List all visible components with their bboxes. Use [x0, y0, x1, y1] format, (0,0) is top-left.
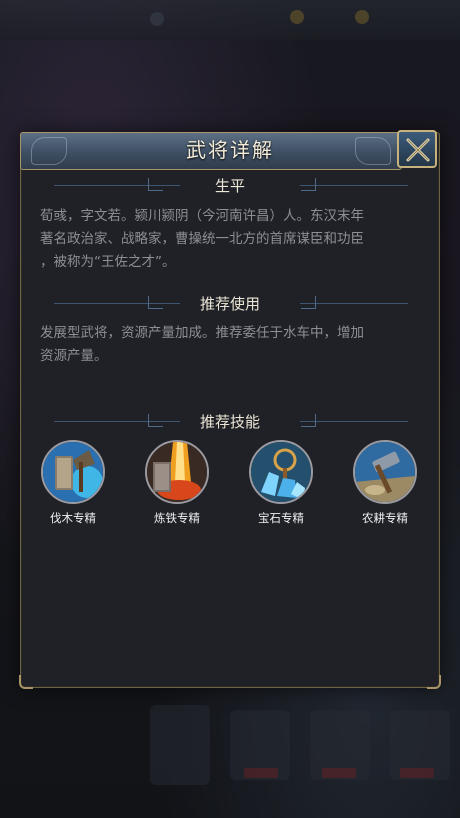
skill-item-gem[interactable]: 宝石专精 — [241, 440, 321, 526]
text-line: 著名政治家、战略家，曹操统一北方的首席谋臣和功臣 — [40, 231, 364, 247]
background-badge — [400, 768, 434, 778]
skill-item-iron[interactable]: 炼铁专精 — [137, 440, 217, 526]
biography-text: 荀彧，字文若。颍川颍阴（今河南许昌）人。东汉末年 著名政治家、战略家，曹操统一北… — [40, 205, 420, 274]
farming-hammer-icon — [353, 440, 417, 504]
text-line: 荀彧，字文若。颍川颍阴（今河南许昌）人。东汉末年 — [40, 208, 364, 224]
background-card — [150, 705, 210, 785]
gem-icon — [249, 440, 313, 504]
section-title: 推荐使用 — [199, 295, 260, 313]
panel-corner-ornament — [19, 675, 33, 689]
skill-name: 伐木专精 — [50, 511, 96, 525]
background-icon — [355, 10, 369, 24]
background-badge — [244, 768, 278, 778]
section-header-usage: 推荐使用 — [20, 292, 440, 316]
section-header-skills: 推荐技能 — [20, 410, 440, 434]
skill-name: 农耕专精 — [362, 511, 408, 525]
panel-corner-ornament — [427, 675, 441, 689]
background-badge — [322, 768, 356, 778]
skill-item-lumber[interactable]: 伐木专精 — [33, 440, 113, 526]
lumber-axe-icon — [41, 440, 105, 504]
text-line: 发展型武将，资源产量加成。推荐委任于水车中，增加 — [40, 325, 364, 341]
dialog-title: 武将详解 — [186, 138, 274, 162]
background-icon — [150, 12, 164, 26]
background-icon — [290, 10, 304, 24]
section-title: 生平 — [214, 177, 245, 195]
iron-smelting-icon — [145, 440, 209, 504]
text-line: ，被称为“王佐之才”。 — [40, 254, 176, 270]
section-title: 推荐技能 — [199, 413, 260, 431]
skill-name: 炼铁专精 — [154, 511, 200, 525]
skill-item-farming[interactable]: 农耕专精 — [345, 440, 425, 526]
background-top-bar — [0, 0, 460, 40]
close-x-icon — [406, 138, 430, 162]
section-header-biography: 生平 — [20, 174, 440, 198]
skill-name: 宝石专精 — [258, 511, 304, 525]
text-line: 资源产量。 — [40, 348, 108, 364]
usage-text: 发展型武将，资源产量加成。推荐委任于水车中，增加 资源产量。 — [40, 322, 420, 368]
close-button[interactable] — [397, 130, 437, 168]
